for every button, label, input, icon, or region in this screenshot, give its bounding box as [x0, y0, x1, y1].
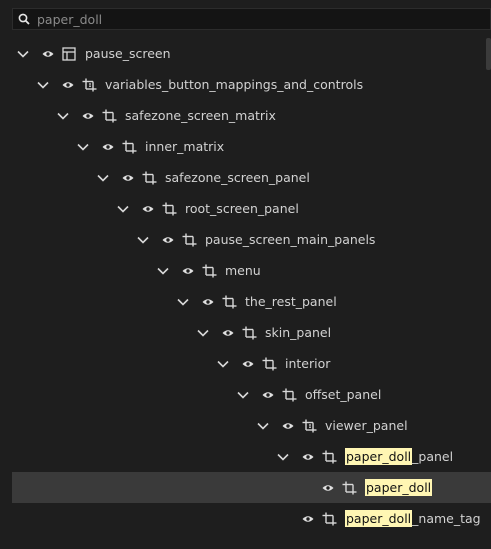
search-bar[interactable]: [12, 8, 491, 30]
tree-row[interactable]: paper_doll _panel: [12, 441, 491, 472]
tree-row[interactable]: safezone_screen_matrix: [12, 100, 491, 131]
panel-icon: [321, 441, 337, 472]
tree-node-label: safezone_screen_matrix: [125, 108, 276, 123]
tree-row[interactable]: inner_matrix: [12, 131, 491, 162]
chevron-down-icon[interactable]: [95, 162, 111, 193]
tree-row[interactable]: offset_panel: [12, 379, 491, 410]
panel-icon: [141, 162, 157, 193]
chevron-down-icon[interactable]: [235, 379, 251, 410]
tree-node-label: paper_doll: [365, 472, 433, 503]
eye-icon[interactable]: [121, 162, 135, 193]
chevron-down-icon[interactable]: [215, 348, 231, 379]
tree-node-label: inner_matrix: [145, 139, 225, 154]
tree-node-label: paper_doll _name_tag: [345, 510, 481, 527]
eye-icon[interactable]: [281, 410, 295, 441]
panel-icon: [321, 503, 337, 534]
stack-panel-icon: [301, 410, 317, 441]
chevron-down-icon[interactable]: [255, 410, 271, 441]
panel-icon: [121, 131, 137, 162]
tree-node-label: pause_screen: [85, 46, 171, 61]
scrollbar[interactable]: [486, 38, 491, 70]
tree-node-label: viewer_panel: [325, 418, 408, 433]
tree-row[interactable]: paper_doll: [12, 472, 491, 503]
tree-row[interactable]: paper_doll _name_tag: [12, 503, 491, 534]
tree-node-label: paper_doll _panel: [345, 448, 454, 465]
stack-panel-icon: [81, 69, 97, 100]
panel-icon: [341, 472, 357, 503]
tree-node-label: safezone_screen_panel: [165, 170, 310, 185]
search-match-highlight: paper_doll: [345, 448, 413, 465]
chevron-down-icon[interactable]: [15, 38, 31, 69]
panel-icon: [221, 286, 237, 317]
panel-icon: [201, 255, 217, 286]
tree-row[interactable]: the_rest_panel: [12, 286, 491, 317]
tree-node-label: menu: [225, 263, 261, 278]
eye-icon[interactable]: [141, 193, 155, 224]
tree-row[interactable]: variables_button_mappings_and_controls: [12, 69, 491, 100]
panel-icon: [101, 100, 117, 131]
grid-panel-icon: [61, 38, 77, 69]
eye-icon[interactable]: [181, 255, 195, 286]
chevron-down-icon[interactable]: [275, 441, 291, 472]
tree-node-label: interior: [285, 356, 331, 371]
eye-icon[interactable]: [301, 441, 315, 472]
search-match-highlight: paper_doll: [345, 510, 413, 527]
tree-node-label: offset_panel: [305, 387, 382, 402]
tree-row[interactable]: safezone_screen_panel: [12, 162, 491, 193]
search-input[interactable]: [35, 10, 490, 28]
chevron-down-icon[interactable]: [135, 224, 151, 255]
panel-icon: [181, 224, 197, 255]
eye-icon[interactable]: [221, 317, 235, 348]
tree-row[interactable]: pause_screen: [12, 38, 491, 69]
panel-icon: [161, 193, 177, 224]
search-match-highlight: paper_doll: [365, 479, 433, 496]
chevron-down-icon[interactable]: [155, 255, 171, 286]
eye-icon[interactable]: [81, 100, 95, 131]
chevron-down-icon[interactable]: [175, 286, 191, 317]
panel-icon: [241, 317, 257, 348]
panel-icon: [281, 379, 297, 410]
chevron-down-icon[interactable]: [55, 100, 71, 131]
eye-icon[interactable]: [61, 69, 75, 100]
tree-row[interactable]: menu: [12, 255, 491, 286]
eye-icon[interactable]: [41, 38, 55, 69]
tree-row[interactable]: viewer_panel: [12, 410, 491, 441]
search-icon: [13, 9, 35, 29]
eye-icon[interactable]: [321, 472, 335, 503]
tree-node-label: the_rest_panel: [245, 294, 337, 309]
eye-icon[interactable]: [201, 286, 215, 317]
tree-node-label: pause_screen_main_panels: [205, 232, 376, 247]
eye-icon[interactable]: [161, 224, 175, 255]
eye-icon[interactable]: [241, 348, 255, 379]
tree-row[interactable]: interior: [12, 348, 491, 379]
chevron-down-icon[interactable]: [35, 69, 51, 100]
panel-icon: [261, 348, 277, 379]
tree-row[interactable]: skin_panel: [12, 317, 491, 348]
eye-icon[interactable]: [261, 379, 275, 410]
chevron-down-icon[interactable]: [115, 193, 131, 224]
tree-row[interactable]: pause_screen_main_panels: [12, 224, 491, 255]
tree-node-label: skin_panel: [265, 325, 332, 340]
tree-node-label: root_screen_panel: [185, 201, 299, 216]
eye-icon[interactable]: [301, 503, 315, 534]
chevron-down-icon[interactable]: [75, 131, 91, 162]
eye-icon[interactable]: [101, 131, 115, 162]
tree-node-label: variables_button_mappings_and_controls: [105, 77, 364, 92]
tree-row[interactable]: root_screen_panel: [12, 193, 491, 224]
chevron-down-icon[interactable]: [195, 317, 211, 348]
